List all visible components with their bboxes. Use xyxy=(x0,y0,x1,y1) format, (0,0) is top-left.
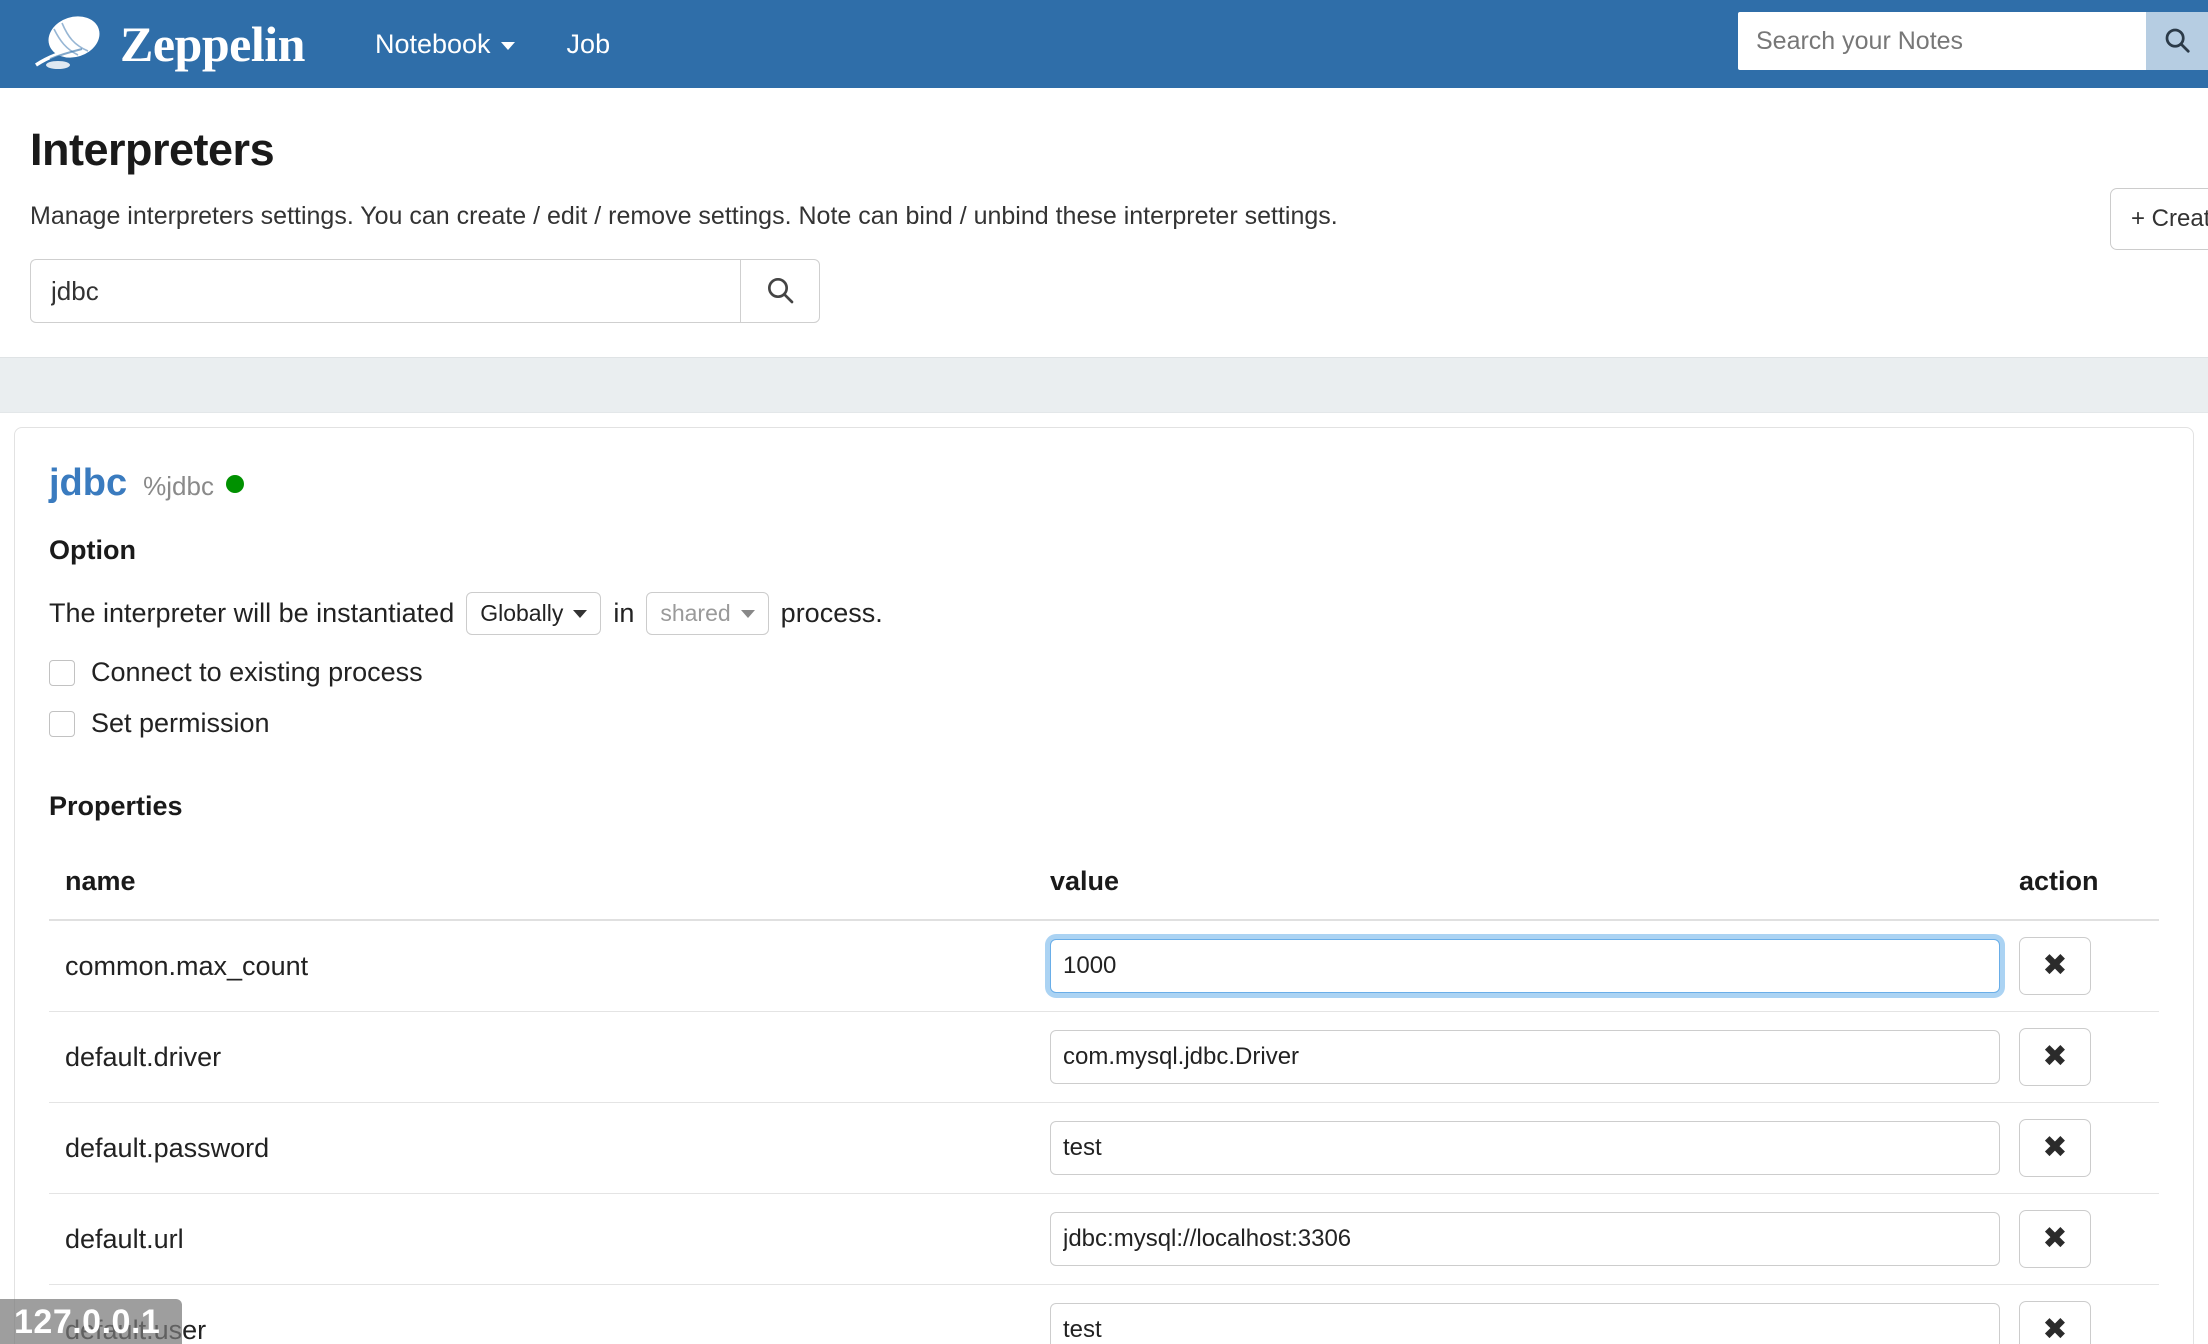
property-action-cell: ✖ xyxy=(2019,1011,2159,1103)
connect-existing-process-label: Connect to existing process xyxy=(91,657,423,687)
brand[interactable]: Zeppelin xyxy=(34,13,305,75)
set-permission-label: Set permission xyxy=(91,708,270,738)
process-select-value: shared xyxy=(660,600,731,626)
remove-property-button[interactable]: ✖ xyxy=(2019,1301,2091,1344)
instantiation-option-line: The interpreter will be instantiated Glo… xyxy=(49,592,2159,635)
status-badge xyxy=(225,474,244,493)
interpreter-name[interactable]: jdbc xyxy=(49,462,127,505)
table-row: default.user ✖ xyxy=(49,1284,2159,1344)
nav-link-notebook[interactable]: Notebook xyxy=(353,19,537,70)
nav-link-job-label: Job xyxy=(566,28,611,59)
search-icon xyxy=(2162,25,2192,58)
close-icon: ✖ xyxy=(2042,1130,2068,1165)
close-icon: ✖ xyxy=(2042,948,2068,983)
scope-select-value: Globally xyxy=(480,600,564,626)
zeppelin-airship-logo-icon xyxy=(34,13,106,75)
table-row: default.password ✖ xyxy=(49,1102,2159,1194)
nav-link-notebook-label: Notebook xyxy=(374,28,491,59)
option-heading: Option xyxy=(49,535,136,565)
notes-search-group xyxy=(1738,12,2208,70)
property-action-cell: ✖ xyxy=(2019,1284,2159,1344)
interpreter-alias: %jdbc xyxy=(143,471,214,501)
connect-existing-process-checkbox[interactable] xyxy=(49,659,75,686)
close-icon: ✖ xyxy=(2042,1039,2068,1074)
property-value-input[interactable] xyxy=(1050,1030,2000,1084)
set-permission-checkbox[interactable] xyxy=(49,710,75,737)
brand-text: Zeppelin xyxy=(120,16,305,72)
set-permission-row: Set permission xyxy=(49,708,2159,739)
property-value-input[interactable] xyxy=(1050,1121,2000,1175)
nav-links: Notebook Job xyxy=(353,19,632,70)
property-value-cell xyxy=(1034,1193,2019,1285)
interpreter-filter-wrap xyxy=(0,259,2208,357)
instantiation-sentence-middle: in xyxy=(613,598,635,628)
chevron-down-icon xyxy=(740,609,755,618)
chevron-down-icon xyxy=(573,609,588,618)
page-head: Interpreters Manage interpreters setting… xyxy=(0,88,2208,259)
notes-search-input[interactable] xyxy=(1738,12,2146,70)
properties-heading: Properties xyxy=(49,791,183,821)
remove-property-button[interactable]: ✖ xyxy=(2019,1119,2091,1177)
search-icon xyxy=(764,274,796,309)
property-value-input[interactable] xyxy=(1050,1303,2000,1344)
property-name-cell: default.password xyxy=(49,1102,1034,1194)
property-value-cell xyxy=(1034,1102,2019,1194)
nav-link-job[interactable]: Job xyxy=(545,19,633,70)
instantiation-sentence-prefix: The interpreter will be instantiated xyxy=(49,598,455,628)
close-icon: ✖ xyxy=(2042,1221,2068,1256)
connect-existing-process-row: Connect to existing process xyxy=(49,657,2159,688)
remove-property-button[interactable]: ✖ xyxy=(2019,1028,2091,1086)
property-value-input[interactable] xyxy=(1050,939,2000,993)
interpreter-card-jdbc: jdbc %jdbc Option The interpreter will b… xyxy=(14,427,2194,1344)
property-value-cell xyxy=(1034,1284,2019,1344)
property-name-cell: default.driver xyxy=(49,1011,1034,1103)
interpreter-search-input[interactable] xyxy=(30,259,740,323)
chevron-down-icon xyxy=(500,42,515,50)
property-action-cell: ✖ xyxy=(2019,1102,2159,1194)
table-row: default.driver ✖ xyxy=(49,1011,2159,1103)
scope-select[interactable]: Globally xyxy=(466,592,602,635)
interpreter-header: jdbc %jdbc xyxy=(49,462,2159,505)
properties-table: name value action common.max_count✖defau… xyxy=(49,844,2159,1344)
page-description: Manage interpreters settings. You can cr… xyxy=(30,202,1338,230)
instantiation-sentence-suffix: process. xyxy=(780,598,883,628)
properties-table-head: name value action xyxy=(49,844,2159,921)
create-interpreter-button[interactable]: + Create xyxy=(2110,188,2208,250)
property-action-cell: ✖ xyxy=(2019,1193,2159,1285)
property-name-cell: common.max_count xyxy=(49,920,1034,1012)
property-name-cell: default.user xyxy=(49,1284,1034,1344)
column-header-value: value xyxy=(1034,844,2019,921)
remove-property-button[interactable]: ✖ xyxy=(2019,1210,2091,1268)
section-divider-band xyxy=(0,357,2208,413)
property-name-cell: default.url xyxy=(49,1193,1034,1285)
process-select[interactable]: shared xyxy=(646,592,769,635)
interpreter-filter-group xyxy=(30,259,820,323)
interpreter-search-button[interactable] xyxy=(740,259,820,323)
properties-header-row: name value action xyxy=(49,844,2159,921)
column-header-name: name xyxy=(49,844,1034,921)
properties-table-body: common.max_count✖default.driver✖default.… xyxy=(49,920,2159,1344)
top-navbar: Zeppelin Notebook Job xyxy=(0,0,2208,88)
table-row: default.url ✖ xyxy=(49,1193,2159,1285)
property-value-cell xyxy=(1034,920,2019,1012)
table-row: common.max_count ✖ xyxy=(49,920,2159,1012)
browser-status-overlay: 127.0.0.1 xyxy=(0,1299,183,1344)
property-value-input[interactable] xyxy=(1050,1212,2000,1266)
property-value-cell xyxy=(1034,1011,2019,1103)
remove-property-button[interactable]: ✖ xyxy=(2019,937,2091,995)
property-action-cell: ✖ xyxy=(2019,920,2159,1012)
notes-search-button[interactable] xyxy=(2146,12,2208,70)
close-icon: ✖ xyxy=(2042,1312,2068,1344)
page-title: Interpreters xyxy=(30,124,275,175)
column-header-action: action xyxy=(2019,844,2159,921)
